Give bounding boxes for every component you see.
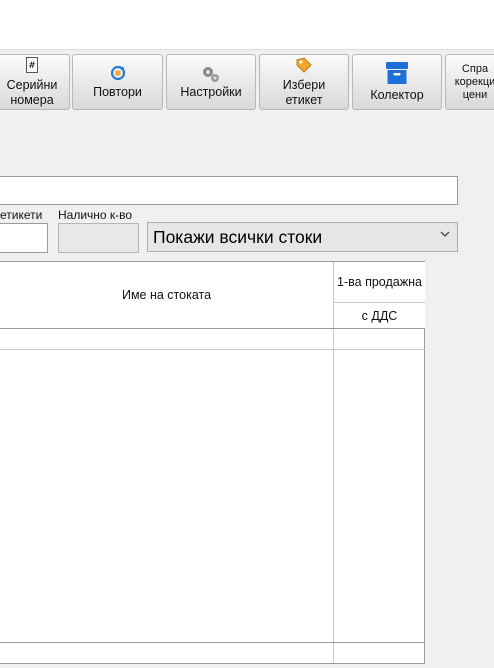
subheader-divider: [334, 302, 425, 303]
archive-box-icon: [385, 61, 409, 87]
available-qty-caption: Налично к-во: [58, 208, 133, 222]
table-row: [0, 349, 425, 350]
tag-icon: [295, 56, 313, 77]
reference-label-1: Спра: [461, 62, 489, 75]
svg-text:#: #: [28, 61, 36, 71]
serial-numbers-button[interactable]: # Серийни номера: [0, 54, 70, 110]
title-bar: [0, 0, 494, 50]
serial-numbers-label-1: Серийни: [6, 77, 58, 92]
column-divider: [333, 262, 334, 664]
serial-numbers-label-2: номера: [10, 92, 54, 107]
search-input[interactable]: [0, 176, 458, 205]
products-grid[interactable]: Име на стоката 1-ва продажна с ДДС: [0, 261, 425, 664]
settings-button[interactable]: Настройки: [166, 54, 256, 110]
column-header-product-name[interactable]: Име на стоката: [0, 262, 333, 328]
labels-count-field[interactable]: [0, 223, 48, 253]
header-bottom-divider: [0, 328, 425, 329]
show-products-dropdown[interactable]: Покажи всички стоки: [147, 222, 458, 252]
chevron-down-icon: [439, 227, 451, 243]
reference-label-2: корекци: [454, 75, 494, 88]
reference-button[interactable]: Спра корекци цени: [445, 54, 494, 110]
available-qty-field: [58, 223, 139, 253]
show-products-value: Покажи всички стоки: [153, 227, 323, 247]
toolbar: # Серийни номера Повтори Настройки Избер…: [0, 52, 494, 112]
repeats-button[interactable]: Повтори: [72, 54, 163, 110]
collector-label: Колектор: [370, 88, 424, 102]
settings-label: Настройки: [180, 85, 242, 99]
hash-document-icon: #: [26, 56, 38, 77]
collector-button[interactable]: Колектор: [352, 54, 442, 110]
choose-label-label-2: етикет: [285, 92, 323, 107]
reference-label-3: цени: [462, 88, 488, 101]
summary-row-top: [0, 642, 425, 643]
gears-icon: [200, 64, 222, 84]
choose-label-button[interactable]: Избери етикет: [259, 54, 349, 110]
summary-row-bottom: [0, 663, 425, 664]
labels-caption: етикети: [0, 208, 43, 222]
column-header-first-sale[interactable]: 1-ва продажна: [334, 262, 425, 302]
column-header-with-vat[interactable]: с ДДС: [334, 303, 425, 328]
repeat-refresh-icon: [109, 64, 127, 84]
repeats-label: Повтори: [93, 85, 142, 99]
choose-label-label-1: Избери: [282, 77, 326, 92]
